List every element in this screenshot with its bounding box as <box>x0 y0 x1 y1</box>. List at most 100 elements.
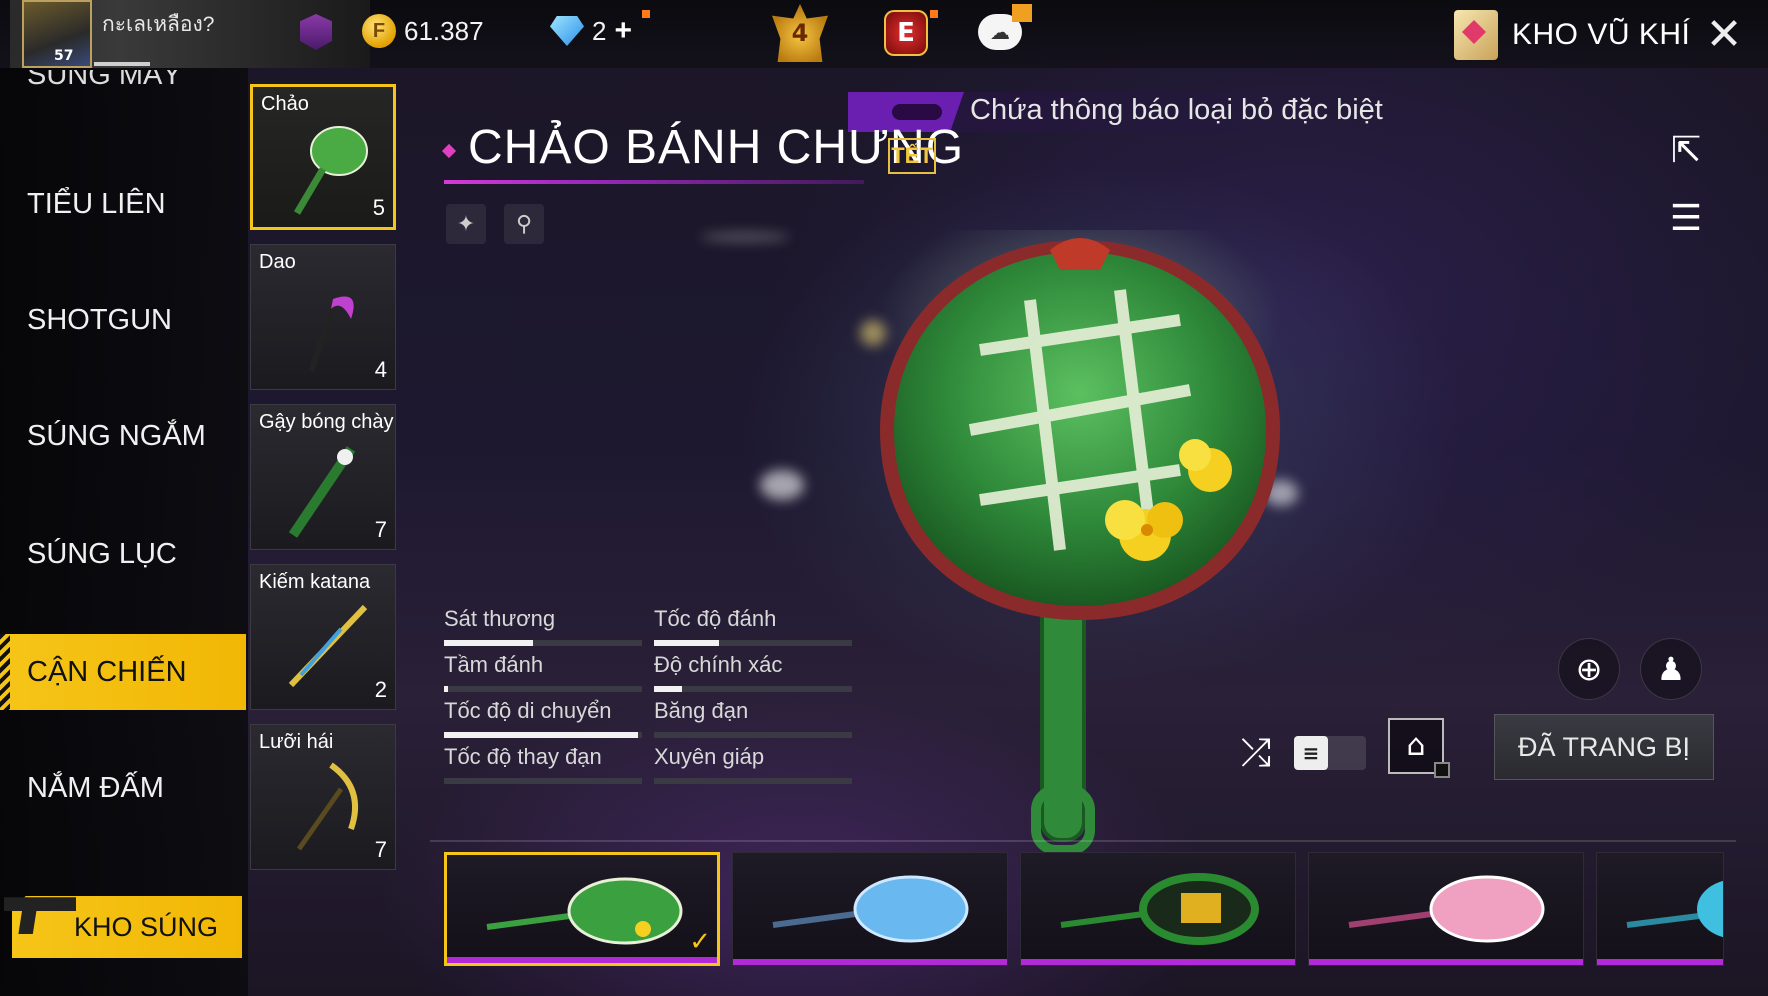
list-view-toggle[interactable]: ≡ <box>1294 736 1366 770</box>
sidebar-item-label: SHOTGUN <box>27 303 172 336</box>
armory-header: KHO VŨ KHÍ <box>1454 10 1690 60</box>
stat-label: Băng đạn <box>654 698 749 723</box>
notification-dot <box>930 10 938 18</box>
stat-fill <box>654 686 682 692</box>
stat-label: Tốc độ di chuyển <box>444 698 612 723</box>
stat-damage: Sát thương <box>444 606 644 650</box>
weapon-type-count: 2 <box>374 677 387 702</box>
skin-item[interactable] <box>1020 852 1296 966</box>
sidebar-item-label: NẮM ĐẤM <box>27 771 164 804</box>
rank-number: 4 <box>791 19 809 47</box>
runner-icon[interactable]: ⚲ <box>504 204 544 244</box>
equipped-check-icon: ✓ <box>689 927 711 957</box>
skin-rarity-bar <box>447 957 717 963</box>
weapon-type-count: 7 <box>374 517 387 542</box>
gold-coin-icon: F <box>362 14 396 48</box>
weapon-type-label: Dao <box>259 251 296 273</box>
sidebar-item-label: SÚNG LỤC <box>27 537 177 570</box>
pan-icon <box>293 126 368 215</box>
details-search-button[interactable]: ☰ <box>1658 190 1714 246</box>
sidebar-item-melee[interactable]: CẬN CHIẾN <box>0 634 246 710</box>
weapon-type-knife[interactable]: Dao 4 <box>250 244 396 390</box>
xp-bar <box>94 62 150 66</box>
pan-silhouette-icon <box>892 104 942 120</box>
notification-dot <box>642 10 650 18</box>
ambient-light <box>700 232 790 242</box>
close-button[interactable]: ✕ <box>1700 12 1748 60</box>
stat-fill <box>444 732 639 738</box>
skin-rarity-bar <box>733 959 1007 965</box>
stat-magazine: Băng đạn <box>654 698 854 742</box>
stat-track <box>654 778 852 784</box>
tet-tag: TẾT <box>888 138 936 174</box>
skin-item[interactable] <box>1596 852 1724 966</box>
gold-amount: 61.387 <box>404 15 484 46</box>
rank-shield-icon[interactable] <box>300 14 332 50</box>
skin-preview <box>1060 873 1259 945</box>
sidebar-item-machine-gun[interactable]: SÚNG MÁY <box>27 70 182 92</box>
sidebar-item-smg[interactable]: TIỂU LIÊN <box>0 166 246 242</box>
weapon-type-count: 7 <box>374 837 387 862</box>
stat-track <box>654 686 852 692</box>
equipped-button[interactable]: ĐÃ TRANG BỊ <box>1494 714 1714 780</box>
skin-item[interactable] <box>732 852 1008 966</box>
armory-screen: 57 กะเลเหลือง? F 61.387 2 + 4 E ☁ KHO VŨ… <box>0 0 1768 996</box>
armory-book-icon <box>1454 10 1498 60</box>
skin-rarity-bar <box>1309 959 1583 965</box>
bell-icon[interactable]: ✦ <box>446 204 486 244</box>
player-card[interactable]: 57 กะเลเหลือง? <box>10 0 370 68</box>
title-bullet <box>441 143 457 159</box>
weapon-type-label: Gậy bóng chày <box>259 411 394 433</box>
weapon-type-scythe[interactable]: Lưỡi hái 7 <box>250 724 396 870</box>
stat-range: Tầm đánh <box>444 652 644 696</box>
weapon-type-katana[interactable]: Kiếm katana 2 <box>250 564 396 710</box>
skin-preview <box>1626 880 1723 938</box>
sidebar-item-shotgun[interactable]: SHOTGUN <box>0 282 246 358</box>
add-diamond-button[interactable]: + <box>614 14 632 48</box>
weapon-type-baseball-bat[interactable]: Gậy bóng chày 7 <box>250 404 396 550</box>
stat-attack-speed: Tốc độ đánh <box>654 606 854 650</box>
skin-preview <box>486 877 683 945</box>
character-preview-button[interactable]: ♟ <box>1640 638 1702 700</box>
stat-reload-speed: Tốc độ thay đạn <box>444 744 644 788</box>
stat-label: Xuyên giáp <box>654 744 765 769</box>
ambient-light <box>760 470 804 500</box>
skin-item[interactable] <box>1308 852 1584 966</box>
shuffle-button[interactable]: ⤮ <box>1230 730 1282 774</box>
player-name: กะเลเหลือง? <box>102 13 215 36</box>
player-level: 57 <box>54 48 74 64</box>
skin-item[interactable]: ✓ <box>444 852 720 966</box>
stat-track <box>654 640 852 646</box>
gold-currency[interactable]: F 61.387 <box>362 14 484 48</box>
list-icon: ≡ <box>1294 736 1328 770</box>
stat-track <box>444 640 642 646</box>
stat-track <box>654 732 852 738</box>
stat-label: Tốc độ thay đạn <box>444 744 602 769</box>
skin-rarity-bar <box>1597 959 1723 965</box>
sidebar-item-fist[interactable]: NẮM ĐẤM <box>0 750 246 826</box>
share-button[interactable]: ⇱ <box>1658 122 1714 178</box>
diamond-icon <box>550 16 584 46</box>
armory-title: KHO VŨ KHÍ <box>1512 18 1691 51</box>
stat-label: Tốc độ đánh <box>654 606 777 631</box>
skin-preview <box>1348 875 1545 943</box>
elite-pass-icon[interactable]: E <box>884 10 928 56</box>
sidebar-item-sniper[interactable]: SÚNG NGẮM <box>0 398 246 474</box>
rank-crown-icon[interactable]: 4 <box>772 4 828 62</box>
zoom-in-button[interactable]: ⊕ <box>1558 638 1620 700</box>
sidebar-item-pistol[interactable]: SÚNG LỤC <box>0 516 246 592</box>
sidebar-item-label: CẬN CHIẾN <box>27 655 187 688</box>
knife-icon <box>308 296 354 373</box>
top-bar: 57 กะเลเหลือง? F 61.387 2 + 4 E ☁ KHO VŨ… <box>0 0 1768 68</box>
weapon-type-pan[interactable]: Chảo 5 <box>250 84 396 230</box>
scythe-icon <box>296 762 358 851</box>
gun-store-label: KHO SÚNG <box>73 911 218 942</box>
katana-icon <box>288 604 368 688</box>
weapon-type-label: Lưỡi hái <box>259 731 334 753</box>
stat-armor-penetration: Xuyên giáp <box>654 744 854 788</box>
skin-preview <box>772 875 969 943</box>
diamond-currency[interactable]: 2 + <box>550 14 632 48</box>
special-notice-text: Chứa thông báo loại bỏ đặc biệt <box>970 94 1383 126</box>
stat-movement-speed: Tốc độ di chuyển <box>444 698 644 742</box>
stat-track <box>444 778 642 784</box>
